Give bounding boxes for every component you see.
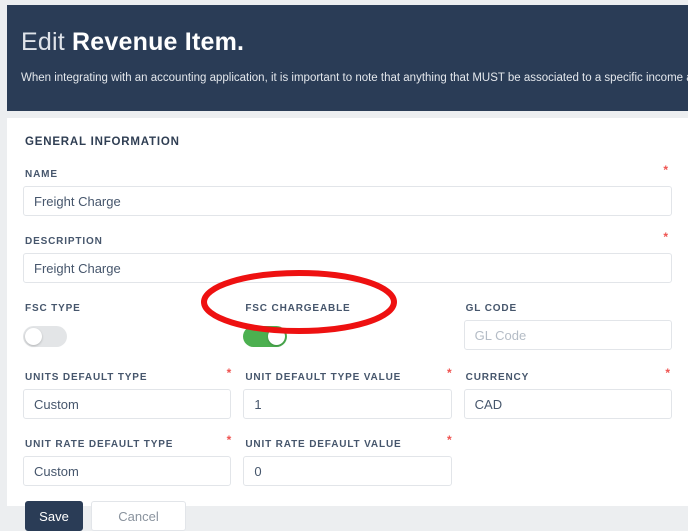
fsc-type-toggle[interactable]	[23, 326, 67, 347]
form-row-name: NAME *	[23, 164, 672, 216]
field-name: NAME *	[23, 164, 672, 216]
field-fsc-chargeable: FSC CHARGEABLE	[243, 298, 463, 352]
fsc-type-toggle-knob	[25, 328, 42, 345]
field-spacer	[464, 434, 672, 486]
label-description: DESCRIPTION	[25, 236, 103, 247]
required-marker-description: *	[663, 230, 668, 244]
section-title-general-information: GENERAL INFORMATION	[25, 136, 180, 148]
page-subtitle: When integrating with an accounting appl…	[21, 72, 688, 84]
label-fsc-chargeable: FSC CHARGEABLE	[245, 303, 351, 314]
form-row-description: DESCRIPTION *	[23, 231, 672, 283]
label-units-default-type: UNITS DEFAULT TYPE	[25, 372, 148, 383]
label-fsc-type: FSC TYPE	[25, 303, 81, 314]
fsc-chargeable-toggle-knob	[268, 328, 286, 345]
field-gl-code: GL CODE	[463, 298, 672, 352]
currency-input[interactable]	[463, 389, 672, 419]
unit-rate-default-value-input[interactable]	[243, 456, 452, 486]
required-marker-name: *	[663, 163, 668, 177]
label-gl-code: GL CODE	[465, 303, 517, 314]
page-header-banner: Edit Revenue Item. When integrating with…	[7, 5, 688, 111]
fsc-chargeable-toggle[interactable]	[243, 326, 288, 347]
form-row-unit-rate: UNIT RATE DEFAULT TYPE * UNIT RATE DEFAU…	[23, 434, 672, 486]
field-unit-rate-default-value: UNIT RATE DEFAULT VALUE *	[243, 434, 463, 486]
form-card: GENERAL INFORMATION NAME * DESCRIPTION *…	[7, 118, 688, 531]
page-title-prefix: Edit	[21, 28, 65, 56]
label-unit-rate-default-value: UNIT RATE DEFAULT VALUE	[245, 439, 402, 450]
field-currency: CURRENCY *	[463, 366, 672, 419]
page-root: Edit Revenue Item. When integrating with…	[0, 0, 688, 531]
description-input[interactable]	[23, 253, 672, 283]
label-name: NAME	[25, 169, 58, 180]
field-unit-rate-default-type: UNIT RATE DEFAULT TYPE *	[23, 434, 243, 486]
required-marker-unit-default-type-value: *	[446, 366, 452, 380]
field-description: DESCRIPTION *	[23, 231, 672, 283]
required-marker-unit-rate-default-type: *	[226, 433, 232, 447]
field-units-default-type: UNITS DEFAULT TYPE *	[23, 367, 243, 419]
required-marker-unit-rate-default-value: *	[446, 433, 452, 447]
name-input[interactable]	[23, 186, 672, 216]
label-unit-default-type-value: UNIT DEFAULT TYPE VALUE	[245, 372, 402, 383]
units-default-type-input[interactable]	[23, 389, 232, 419]
form-row-fsc: FSC TYPE FSC CHARGEABLE GL CODE	[23, 298, 672, 352]
unit-rate-default-type-input[interactable]	[23, 456, 232, 486]
required-marker-currency: *	[665, 366, 670, 380]
required-marker-units-default-type: *	[226, 366, 232, 380]
page-title: Edit Revenue Item.	[21, 27, 688, 57]
label-unit-rate-default-type: UNIT RATE DEFAULT TYPE	[25, 439, 174, 450]
label-currency: CURRENCY	[465, 372, 530, 383]
form-row-units: UNITS DEFAULT TYPE * UNIT DEFAULT TYPE V…	[23, 367, 672, 419]
gl-code-input[interactable]	[463, 320, 672, 350]
field-fsc-type: FSC TYPE	[23, 298, 243, 352]
unit-default-type-value-input[interactable]	[243, 389, 452, 419]
field-unit-default-type-value: UNIT DEFAULT TYPE VALUE *	[243, 367, 463, 419]
page-title-main: Revenue Item.	[72, 28, 245, 56]
